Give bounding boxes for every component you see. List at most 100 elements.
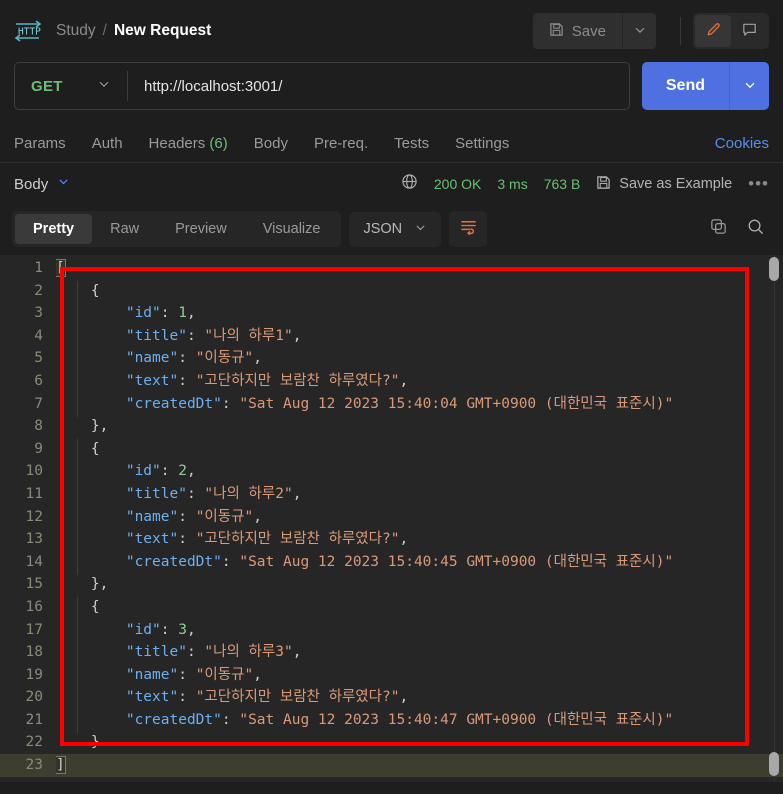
save-as-example-button[interactable]: Save as Example [596, 175, 732, 194]
code-line[interactable]: [ [56, 257, 783, 280]
code-token: : [186, 485, 205, 502]
code-line[interactable]: { [56, 596, 783, 619]
tab-params[interactable]: Params [14, 135, 66, 152]
code-line[interactable]: "text": "고단하지만 보람찬 하루였다?", [56, 528, 783, 551]
line-number: 15 [25, 576, 43, 593]
code-token: , [253, 350, 262, 367]
breadcrumb-collection[interactable]: Study [56, 22, 96, 40]
code-line[interactable]: "name": "이동규", [56, 347, 783, 370]
tab-auth[interactable]: Auth [92, 135, 123, 152]
indent-guide [77, 439, 78, 575]
code-line[interactable]: ] [56, 754, 783, 777]
code-line[interactable]: "name": "이동규", [56, 664, 783, 687]
viewer-tab-preview[interactable]: Preview [157, 214, 245, 244]
edit-request-button[interactable] [695, 15, 731, 47]
code-token: , [292, 644, 302, 661]
save-button-group: Save [532, 13, 656, 49]
ellipsis-icon[interactable]: ••• [748, 174, 769, 194]
code-line[interactable]: "id": 1, [56, 302, 783, 325]
code-token: { [90, 598, 100, 615]
viewer-tab-raw[interactable]: Raw [92, 214, 157, 244]
code-token: : [160, 463, 179, 480]
tab-settings[interactable]: Settings [455, 135, 509, 152]
code-line[interactable]: "text": "고단하지만 보람찬 하루였다?", [56, 686, 783, 709]
tab-tests[interactable]: Tests [394, 135, 429, 152]
code-line[interactable]: "text": "고단하지만 보람찬 하루였다?", [56, 370, 783, 393]
code-token: "나의 하루3" [204, 644, 293, 661]
code-token: : [221, 395, 240, 412]
comments-button[interactable] [731, 15, 767, 47]
copy-icon[interactable] [709, 217, 728, 241]
chevron-down-icon [57, 175, 70, 193]
code-line[interactable]: "title": "나의 하루1", [56, 325, 783, 348]
send-options-button[interactable] [729, 62, 769, 110]
code-token: , [292, 327, 302, 344]
code-token: , [292, 485, 302, 502]
viewer-tab-pretty[interactable]: Pretty [15, 214, 93, 244]
code-token: "createdDt" [125, 711, 222, 728]
line-number: 20 [25, 689, 43, 706]
word-wrap-icon [459, 217, 478, 241]
code-line[interactable]: }, [56, 415, 783, 438]
code-line[interactable]: } [56, 731, 783, 754]
code-line[interactable]: "title": "나의 하루2", [56, 483, 783, 506]
code-token: "이동규" [195, 666, 254, 683]
word-wrap-button[interactable] [449, 211, 488, 247]
scrollbar-thumb[interactable] [769, 257, 779, 281]
app-header: HTTP Study / New Request Save [0, 0, 783, 62]
code-token: "text" [125, 689, 179, 706]
viewer-tab-visualize[interactable]: Visualize [245, 214, 339, 244]
response-body-viewer[interactable]: 1 2 3 4 5 6 7 8 9 10 11 12 13 14 15 16 17 18 19 20 21 22 23 [ … [0, 255, 783, 782]
code-token: , [399, 372, 409, 389]
send-button-group: Send [641, 62, 769, 110]
save-options-button[interactable] [622, 13, 656, 49]
response-body-selector[interactable]: Body [14, 175, 70, 193]
send-button[interactable]: Send [641, 62, 729, 110]
url-input[interactable] [128, 77, 629, 95]
method-selector[interactable]: GET [15, 77, 127, 96]
code-token: "Sat Aug 12 2023 15:40:04 GMT+0900 (대한민국… [239, 395, 674, 412]
code-token: "name" [125, 350, 179, 367]
code-line[interactable]: "createdDt": "Sat Aug 12 2023 15:40:45 G… [56, 551, 783, 574]
code-line[interactable]: "title": "나의 하루3", [56, 641, 783, 664]
format-selector[interactable]: JSON [349, 211, 442, 247]
globe-icon[interactable] [401, 173, 418, 195]
search-icon[interactable] [746, 217, 765, 241]
code-line[interactable]: "id": 3, [56, 619, 783, 642]
tab-settings-label: Settings [455, 134, 510, 152]
save-button-label: Save [571, 22, 606, 40]
code-line[interactable]: }, [56, 573, 783, 596]
tab-headers[interactable]: Headers (6) [149, 135, 228, 152]
tab-prerequest-label: Pre-req. [313, 134, 369, 152]
code-token: "id" [125, 463, 161, 480]
code-token: : [178, 350, 196, 367]
header-divider [680, 17, 681, 45]
tab-body[interactable]: Body [254, 135, 288, 152]
code-token: , [253, 508, 262, 525]
line-number: 2 [34, 282, 43, 299]
code-line[interactable]: { [56, 438, 783, 461]
code-line[interactable]: "createdDt": "Sat Aug 12 2023 15:40:47 G… [56, 709, 783, 732]
save-button[interactable]: Save [532, 13, 622, 49]
code-token: : [178, 666, 196, 683]
code-line[interactable]: "name": "이동규", [56, 506, 783, 529]
code-content[interactable]: [ { "id": 1, "title": "나의 하루1", "name": … [56, 255, 783, 782]
code-token: 2 [178, 463, 187, 480]
scrollbar-thumb-secondary[interactable] [769, 752, 779, 776]
code-editor[interactable]: 1 2 3 4 5 6 7 8 9 10 11 12 13 14 15 16 17 18 19 20 21 22 23 [ … [0, 255, 783, 782]
chevron-down-icon [97, 77, 111, 96]
code-line[interactable]: "id": 2, [56, 460, 783, 483]
tab-tests-label: Tests [394, 134, 430, 152]
code-line[interactable]: "createdDt": "Sat Aug 12 2023 15:40:04 G… [56, 393, 783, 416]
line-number: 9 [34, 440, 43, 457]
code-line[interactable]: { [56, 280, 783, 303]
viewer-mode-group: Pretty Raw Preview Visualize [12, 211, 342, 247]
code-token: , [186, 621, 196, 638]
chevron-down-icon [414, 221, 427, 238]
tab-prerequest[interactable]: Pre-req. [314, 135, 368, 152]
code-token: : [221, 711, 240, 728]
line-number: 11 [25, 485, 43, 502]
line-number-gutter: 1 2 3 4 5 6 7 8 9 10 11 12 13 14 15 16 17 18 19 20 21 22 23 [0, 255, 56, 782]
cookies-link[interactable]: Cookies [715, 135, 769, 152]
vertical-scrollbar[interactable] [769, 255, 779, 782]
